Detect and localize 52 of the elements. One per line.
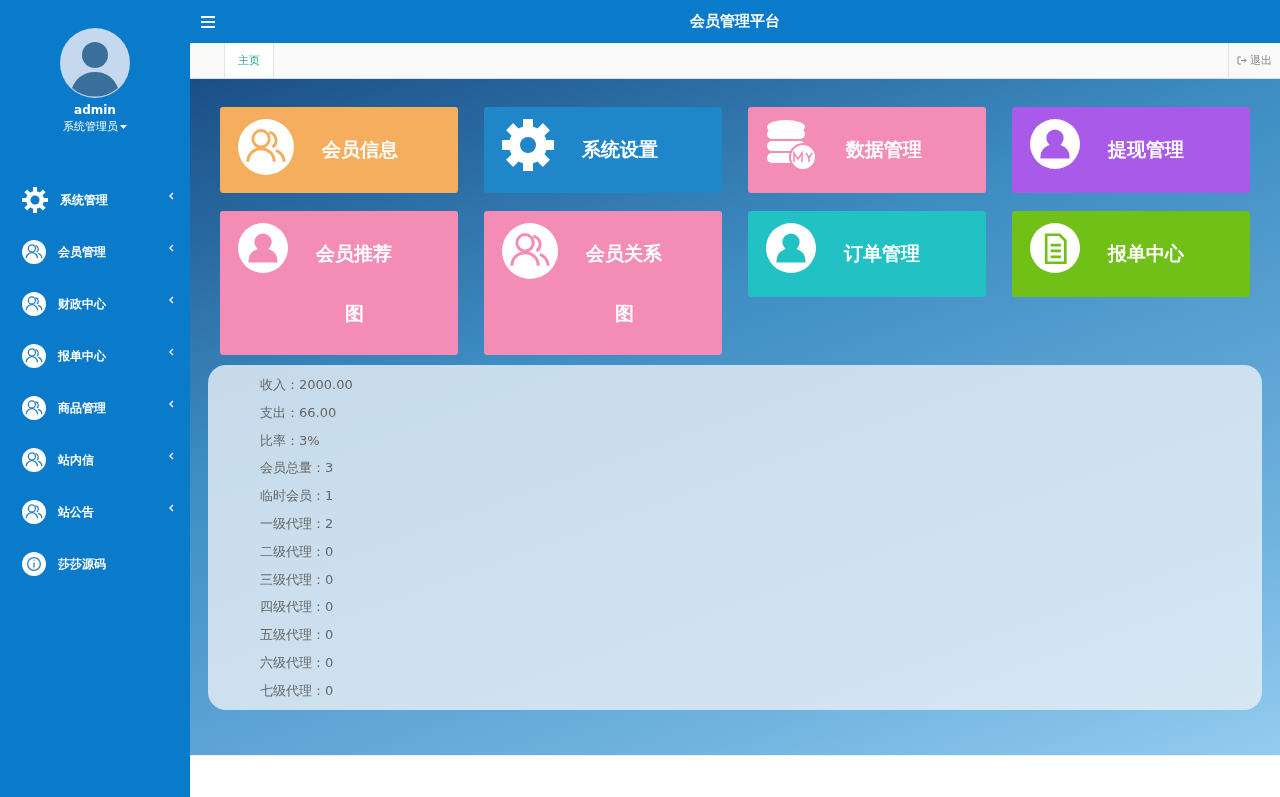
stat-line: 支出：66.00 (260, 403, 338, 422)
sidebar-item[interactable]: 站公告 (0, 486, 190, 538)
users-icon (22, 396, 46, 420)
menu-icon[interactable] (201, 15, 215, 28)
stat-line: 一级代理：2 (260, 515, 335, 533)
stat-line: 比率：3% (260, 431, 321, 450)
user-name: admin (74, 103, 116, 117)
sidebar-item[interactable]: 财政中心 (0, 278, 190, 330)
settings-icon (22, 187, 48, 213)
stat-line: 临时会员：1 (260, 487, 335, 506)
sidebar-item[interactable]: 系统管理 (0, 174, 190, 226)
users-icon (22, 448, 46, 472)
dashboard-tile[interactable]: 会员关系图 (484, 211, 722, 355)
stat-line: 六级代理：0 (260, 653, 335, 672)
stat-line: 四级代理：0 (260, 598, 335, 617)
sidebar-item[interactable]: 商品管理 (0, 382, 190, 434)
users-icon (22, 292, 46, 316)
sidebar-item[interactable]: 站内信 (0, 434, 190, 486)
document-icon (1030, 223, 1080, 273)
sidebar-item[interactable]: 莎莎源码 (0, 538, 190, 590)
logout-link[interactable]: 退出 (1228, 43, 1280, 78)
stat-line: 五级代理：0 (260, 626, 335, 645)
dashboard-tile[interactable]: 数据管理 (748, 107, 986, 193)
stat-line: 三级代理：0 (260, 570, 335, 589)
database-icon (766, 119, 818, 171)
person-icon (238, 223, 288, 273)
sidebar-item[interactable]: 会员管理 (0, 226, 190, 278)
avatar (60, 28, 130, 98)
dashboard-tile[interactable]: 系统设置 (484, 107, 722, 193)
users-icon (502, 223, 558, 279)
stat-line: 会员总量：3 (260, 459, 335, 478)
caret-icon (120, 124, 127, 129)
settings-icon (502, 119, 554, 171)
app-title: 会员管理平台 (689, 12, 781, 31)
person-icon (1030, 119, 1080, 169)
role-dropdown[interactable]: 系统管理员 (63, 119, 127, 134)
sidebar-item[interactable]: 报单中心 (0, 330, 190, 382)
stat-line: 收入：2000.00 (260, 376, 354, 394)
stat-line: 二级代理：0 (260, 542, 335, 561)
logout-icon (1237, 56, 1247, 65)
person-icon (766, 223, 816, 273)
dashboard-tile[interactable]: 报单中心 (1012, 211, 1250, 297)
users-icon (238, 119, 294, 175)
users-icon (22, 500, 46, 524)
dashboard-tile[interactable]: 提现管理 (1012, 107, 1250, 193)
users-icon (22, 344, 46, 368)
users-icon (22, 240, 46, 264)
tab[interactable]: 主页 (224, 43, 274, 78)
info-icon (22, 552, 46, 576)
stat-line: 七级代理：0 (260, 681, 335, 700)
dashboard-tile[interactable]: 订单管理 (748, 211, 986, 297)
dashboard-tile[interactable]: 会员推荐图 (220, 211, 458, 355)
